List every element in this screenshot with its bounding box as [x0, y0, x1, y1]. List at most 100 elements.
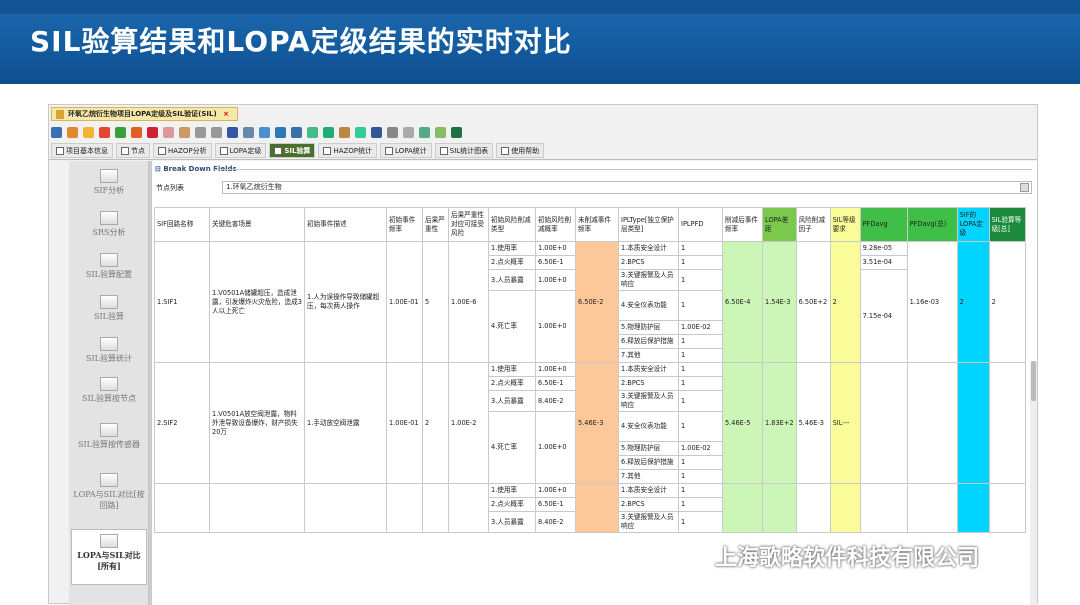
table-cell[interactable]	[762, 483, 797, 533]
table-cell[interactable]: 1.SIF1	[154, 241, 210, 363]
table-cell[interactable]	[956, 362, 990, 484]
table-row[interactable]: 2.SIF2 1.V0501A放空阀泄露，物料外泄导致设备爆炸，财产损失20万 1.…	[154, 362, 1026, 484]
sidebar-item-lopa-sil-all[interactable]: LOPA与SIL对比[所有]	[71, 529, 147, 585]
table-cell[interactable]	[859, 362, 908, 484]
node-select[interactable]: 1.环氧乙烷衍生物	[222, 181, 1032, 194]
table-cell[interactable]	[422, 483, 449, 533]
table-cell[interactable]: 1.00E-02	[678, 320, 723, 335]
table-cell[interactable]: 4.安全仪表功能	[618, 290, 679, 321]
table-cell[interactable]: 1.人为误操作导致储罐超压，每次两人操作	[304, 241, 387, 363]
table-cell[interactable]: 5.46E-3	[575, 362, 619, 484]
table-cell[interactable]: 6.释放后保护措施	[618, 334, 679, 349]
export-menu-icon[interactable]	[435, 126, 446, 138]
table-cell[interactable]: 5.46E-5	[722, 362, 763, 484]
table-cell[interactable]	[154, 483, 210, 533]
table-cell[interactable]: 2	[988, 241, 1026, 363]
import-icon[interactable]	[227, 126, 238, 138]
table-cell[interactable]: 1.54E-3	[762, 241, 797, 363]
table-cell[interactable]: 1.16e-03	[906, 241, 958, 363]
table-cell[interactable]: 5.46E-3	[795, 362, 831, 484]
table-cell[interactable]: 1	[678, 497, 723, 512]
tools-icon[interactable]	[339, 126, 350, 138]
table-cell[interactable]: 1	[678, 511, 723, 533]
table-cell[interactable]: 8.40E-2	[535, 511, 576, 533]
save-icon[interactable]	[51, 126, 62, 138]
table-cell[interactable]: 6.50E+2	[795, 241, 831, 363]
table-cell[interactable]: 1.00E-6	[448, 241, 489, 363]
up-icon[interactable]	[195, 126, 206, 138]
table-cell[interactable]: 3.人员暴露	[488, 390, 536, 412]
sidebar-item-sil-stats[interactable]: SIL验算统计	[71, 337, 147, 364]
table-cell[interactable]: 1	[678, 411, 723, 442]
table-cell[interactable]: 6.50E-1	[535, 255, 576, 270]
sidebar-item-lopa-sil-loop[interactable]: LOPA与SIL对比[按回路]	[71, 473, 147, 511]
table-row[interactable]: 1.使用率 1.00E+0 1.本质安全设计 1	[154, 483, 1026, 533]
column-header[interactable]: 初始事件频率	[386, 207, 423, 242]
link-icon[interactable]	[259, 126, 270, 138]
table-cell[interactable]: 1	[678, 334, 723, 349]
column-header[interactable]: 关键危害场景	[209, 207, 305, 242]
table-cell[interactable]: 1.00E+0	[535, 241, 576, 256]
table-cell[interactable]: 1	[678, 390, 723, 412]
table-cell[interactable]: 3.关键报警及人员响应	[618, 511, 679, 533]
column-header[interactable]: 后果严重性对应可接受风险	[448, 207, 489, 242]
column-header[interactable]: 初始风险削减概率	[535, 207, 576, 242]
column-header[interactable]: 初始风险削减类型	[488, 207, 536, 242]
table-cell[interactable]: 1	[678, 469, 723, 484]
tab-0[interactable]: 项目基本信息	[51, 143, 113, 158]
table-cell[interactable]: 1.使用率	[488, 483, 536, 498]
table-cell[interactable]: 6.50E-1	[535, 376, 576, 391]
column-header[interactable]: 风险削减因子	[795, 207, 831, 242]
table-cell[interactable]: 5	[422, 241, 449, 363]
table-cell[interactable]: SIL---	[829, 362, 861, 484]
chevron-down-icon[interactable]	[1020, 183, 1029, 192]
refresh-icon[interactable]	[323, 126, 334, 138]
scrollbar-thumb[interactable]	[1031, 361, 1036, 401]
table-cell[interactable]: 1.手动放空阀泄露	[304, 362, 387, 484]
tab-2[interactable]: HAZOP分析	[153, 143, 212, 158]
paste-icon[interactable]	[179, 126, 190, 138]
sidebar-item-sil-config[interactable]: SIL验算配置	[71, 253, 147, 280]
table-cell[interactable]: 6.50E-1	[535, 497, 576, 512]
close-icon[interactable]: ×	[223, 110, 229, 118]
table-cell[interactable]: 1.00E+0	[535, 362, 576, 377]
table-cell[interactable]	[795, 483, 831, 533]
table-cell[interactable]: 1.00E-01	[386, 362, 423, 484]
table-cell[interactable]: 2.BPCS	[618, 255, 679, 270]
table-cell[interactable]: 1.00E-02	[678, 441, 723, 456]
table-cell[interactable]: 7.其他	[618, 348, 679, 363]
table-cell[interactable]: 1.V0501A储罐超压，造成泄露，引发爆炸火灾危险，造成3人以上死亡	[209, 241, 305, 363]
table-cell[interactable]: 1.本质安全设计	[618, 483, 679, 498]
sidebar-item-srs-analysis[interactable]: SRS分析	[71, 211, 147, 238]
document-tab[interactable]: 环氧乙烷衍生物项目LOPA定级及SIL验证(SIL) ×	[51, 107, 238, 121]
table-cell[interactable]	[906, 483, 958, 533]
cloud-icon[interactable]	[307, 126, 318, 138]
table-cell[interactable]: 2.点火概率	[488, 497, 536, 512]
table-cell[interactable]: 1.00E+0	[535, 269, 576, 291]
column-header[interactable]: PFDavg	[859, 207, 908, 242]
tab-6[interactable]: LOPA统计	[380, 143, 432, 158]
excel-icon[interactable]	[451, 126, 462, 138]
column-header[interactable]: 初始事件描述	[304, 207, 387, 242]
down-icon[interactable]	[211, 126, 222, 138]
column-header[interactable]: IPLPFD	[678, 207, 723, 242]
table-cell[interactable]: 3.人员暴露	[488, 269, 536, 291]
table-cell[interactable]	[209, 483, 305, 533]
tab-7[interactable]: SIL统计图表	[434, 143, 494, 158]
tab-1[interactable]: 节点	[116, 143, 150, 158]
table-cell[interactable]: 1	[678, 362, 723, 377]
table-cell[interactable]: 1.本质安全设计	[618, 241, 679, 256]
table-cell[interactable]: 1.V0501A放空阀泄露，物料外泄导致设备爆炸，财产损失20万	[209, 362, 305, 484]
settings-icon[interactable]	[419, 126, 430, 138]
table-cell[interactable]: 1	[678, 376, 723, 391]
table-cell[interactable]: 3.51e-04	[859, 255, 908, 270]
table-cell[interactable]: 1.00E-01	[386, 241, 423, 363]
table-cell[interactable]	[859, 483, 908, 533]
table-cell[interactable]	[829, 483, 861, 533]
table-cell[interactable]	[575, 483, 619, 533]
table-cell[interactable]: 1.00E+0	[535, 411, 576, 484]
chart-icon[interactable]	[275, 126, 286, 138]
table-cell[interactable]: 1	[678, 483, 723, 498]
table-cell[interactable]: 4.安全仪表功能	[618, 411, 679, 442]
table-cell[interactable]: 1	[678, 255, 723, 270]
